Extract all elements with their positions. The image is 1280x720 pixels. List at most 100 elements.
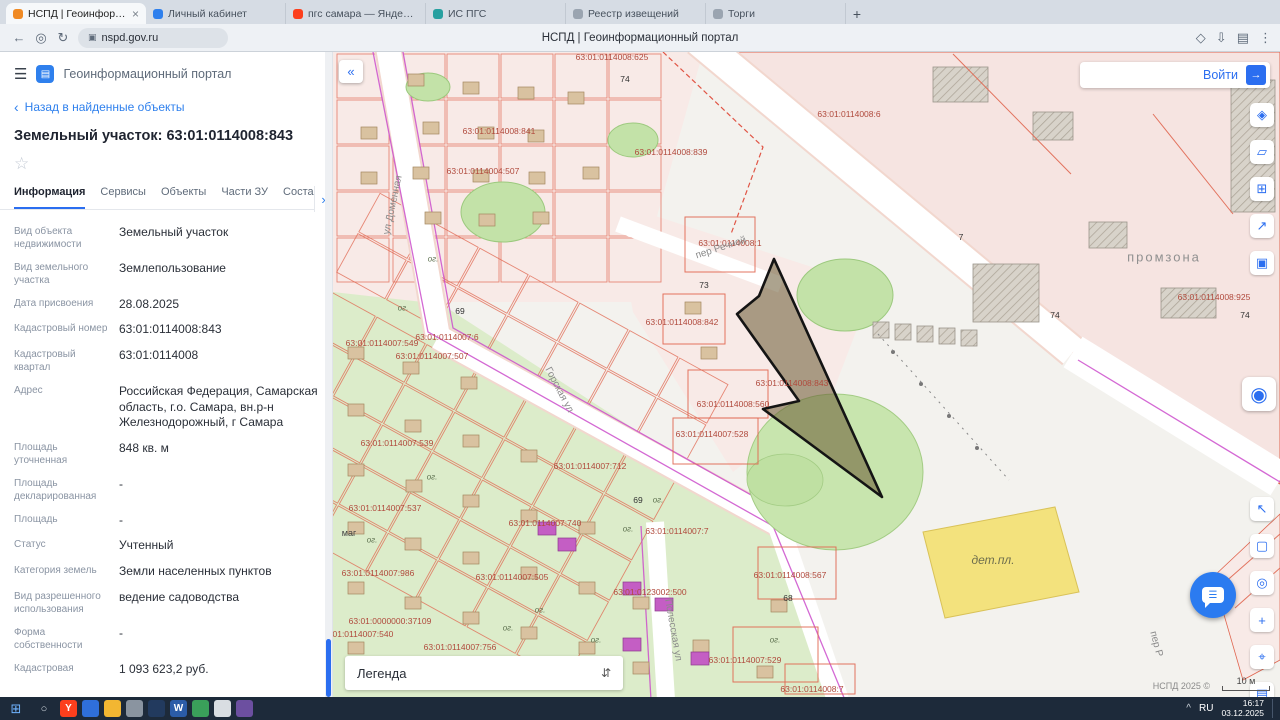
- field-row: Статус Учтенный: [14, 533, 318, 559]
- taskbar-app[interactable]: [82, 700, 99, 717]
- share-button[interactable]: ↗: [1250, 214, 1274, 238]
- objects-button[interactable]: ⊞: [1250, 177, 1274, 201]
- panel-tab[interactable]: Информация: [14, 186, 86, 209]
- field-value: -: [119, 625, 123, 640]
- tab-label: Реестр извещений: [588, 7, 679, 20]
- map-attribution: НСПД 2025 © 10 м: [1153, 676, 1270, 691]
- crosshair-icon: ⌖: [1258, 649, 1266, 664]
- field-row: Площадь -: [14, 508, 318, 534]
- taskbar-app[interactable]: [214, 700, 231, 717]
- legend-toggle[interactable]: Легенда ⇵: [345, 656, 623, 690]
- back-link[interactable]: ‹ Назад в найденные объекты: [0, 91, 332, 119]
- extensions-icon[interactable]: ◇: [1196, 30, 1206, 46]
- measure-button[interactable]: ▱: [1250, 140, 1274, 164]
- field-value: ведение садоводства: [119, 589, 240, 604]
- browser-tab[interactable]: Торги: [706, 3, 846, 24]
- taskbar-app[interactable]: W: [170, 700, 187, 717]
- refresh-icon[interactable]: ↻: [52, 30, 74, 46]
- field-value: 848 кв. м: [119, 440, 169, 455]
- chat-button[interactable]: ☰: [1190, 572, 1236, 618]
- taskbar-app[interactable]: Y: [60, 700, 77, 717]
- tab-favicon: [713, 8, 723, 19]
- field-label: Вид разрешенного использования: [14, 590, 101, 615]
- tray-chevron-icon[interactable]: ^: [1186, 703, 1191, 714]
- collapse-panel-button[interactable]: «: [339, 60, 363, 83]
- field-label: Вид объекта недвижимости: [14, 225, 82, 250]
- field-row: Площадь уточненная 848 кв. м: [14, 436, 318, 472]
- login-button[interactable]: Войти →: [1080, 62, 1270, 88]
- taskbar-clock[interactable]: 16:17 03.12.2025: [1221, 698, 1264, 718]
- field-row: Вид разрешенного использования ведение са…: [14, 585, 318, 621]
- taskbar-app[interactable]: [192, 700, 209, 717]
- search-area-button[interactable]: ⌖: [1250, 645, 1274, 669]
- taskbar-app[interactable]: [126, 700, 143, 717]
- browser-tab[interactable]: НСПД | Геоинформаци... ×: [6, 3, 146, 24]
- login-icon: →: [1246, 65, 1266, 85]
- field-row: Дата присвоения 28.08.2025: [14, 292, 318, 318]
- back-link-label: Назад в найденные объекты: [24, 100, 185, 114]
- assistant-button[interactable]: ◉: [1242, 377, 1276, 411]
- printer-icon: ▣: [1255, 255, 1269, 270]
- toolbar-icons: ◇ ⇩ ▤ ⋮: [1196, 30, 1272, 46]
- start-button[interactable]: ⊞: [4, 699, 28, 718]
- field-row: Вид объекта недвижимости Земельный участо…: [14, 220, 318, 256]
- field-value: Земельный участок: [119, 224, 229, 239]
- language-indicator[interactable]: RU: [1199, 703, 1213, 714]
- content: ☰ ▤ Геоинформационный портал ‹ Назад в н…: [0, 52, 1280, 697]
- address-bar[interactable]: ▣ nspd.gov.ru: [78, 27, 228, 48]
- field-value: Учтенный: [119, 538, 174, 553]
- field-value: Земли населенных пунктов: [119, 564, 272, 578]
- identify-button[interactable]: ↖: [1250, 497, 1274, 521]
- browser-tab[interactable]: Реестр извещений: [566, 3, 706, 24]
- taskbar-app[interactable]: [148, 700, 165, 717]
- legend-chevrons-icon: ⇵: [600, 666, 611, 680]
- tab-label: ИС ПГС: [448, 7, 487, 20]
- field-value: 63:01:0114008:843: [119, 322, 222, 337]
- field-label: Дата присвоения: [14, 297, 94, 309]
- portal-logo-text: Геоинформационный портал: [63, 67, 232, 81]
- field-label: Кадастровая: [14, 662, 74, 674]
- tab-favicon: [573, 8, 583, 19]
- browser-tabs: НСПД | Геоинформаци... × Личный кабинет пгс…: [6, 0, 846, 24]
- panel-scrollbar[interactable]: [325, 52, 332, 697]
- sidebar-icon[interactable]: ▤: [1237, 30, 1249, 46]
- taskbar-app[interactable]: [236, 700, 253, 717]
- back-icon[interactable]: ←: [8, 30, 30, 45]
- menu-icon[interactable]: ⋮: [1259, 30, 1272, 46]
- panel-tab[interactable]: Объекты: [161, 186, 206, 209]
- clock-date: 03.12.2025: [1221, 707, 1264, 718]
- taskbar-app[interactable]: [104, 700, 121, 717]
- home-icon[interactable]: ◎: [30, 30, 52, 46]
- tab-favicon: [433, 8, 443, 19]
- chevron-left-icon: ‹: [14, 99, 19, 115]
- tab-favicon: [293, 8, 303, 19]
- map-area[interactable]: 63:01:0114008:625 74 63:01:0114008:6 63:01:…: [333, 52, 1280, 697]
- portal-logo-icon: ▤: [36, 65, 55, 83]
- taskbar: ⊞ ○ Y W ^ RU 16:17 03.12.2025: [0, 697, 1280, 720]
- browser-tab[interactable]: Личный кабинет: [146, 3, 286, 24]
- browser-tab[interactable]: ИС ПГС: [426, 3, 566, 24]
- locate-button[interactable]: ◎: [1250, 571, 1274, 595]
- taskbar-search-button[interactable]: ○: [32, 699, 56, 718]
- menu-icon[interactable]: ☰: [14, 65, 27, 83]
- info-panel: ☰ ▤ Геоинформационный портал ‹ Назад в н…: [0, 52, 333, 697]
- tab-close-button[interactable]: ×: [132, 7, 139, 21]
- screenshot-button[interactable]: ▢: [1250, 534, 1274, 558]
- browser-tab-strip: НСПД | Геоинформаци... × Личный кабинет пгс…: [0, 0, 1280, 24]
- show-desktop-button[interactable]: [1272, 699, 1276, 718]
- layers-button[interactable]: ◈: [1250, 103, 1274, 127]
- downloads-icon[interactable]: ⇩: [1216, 30, 1227, 46]
- print-button[interactable]: ▣: [1250, 251, 1274, 275]
- scale-line: [1222, 686, 1270, 691]
- browser-tab[interactable]: пгс самара — Яндекс: наш: [286, 3, 426, 24]
- field-row: Вид земельного участка Землепользование: [14, 256, 318, 292]
- panel-tab[interactable]: Сервисы: [100, 186, 146, 209]
- scrollbar-thumb[interactable]: [326, 639, 331, 697]
- taskbar-tray: ^ RU 16:17 03.12.2025: [1186, 698, 1276, 718]
- tab-label: НСПД | Геоинформаци...: [28, 7, 127, 20]
- new-tab-button[interactable]: +: [846, 3, 868, 24]
- share-icon: ↗: [1256, 218, 1268, 233]
- zoom-in-button[interactable]: +: [1250, 608, 1274, 632]
- favorite-star-icon[interactable]: ☆: [0, 152, 332, 180]
- panel-tab[interactable]: Части ЗУ: [221, 186, 268, 209]
